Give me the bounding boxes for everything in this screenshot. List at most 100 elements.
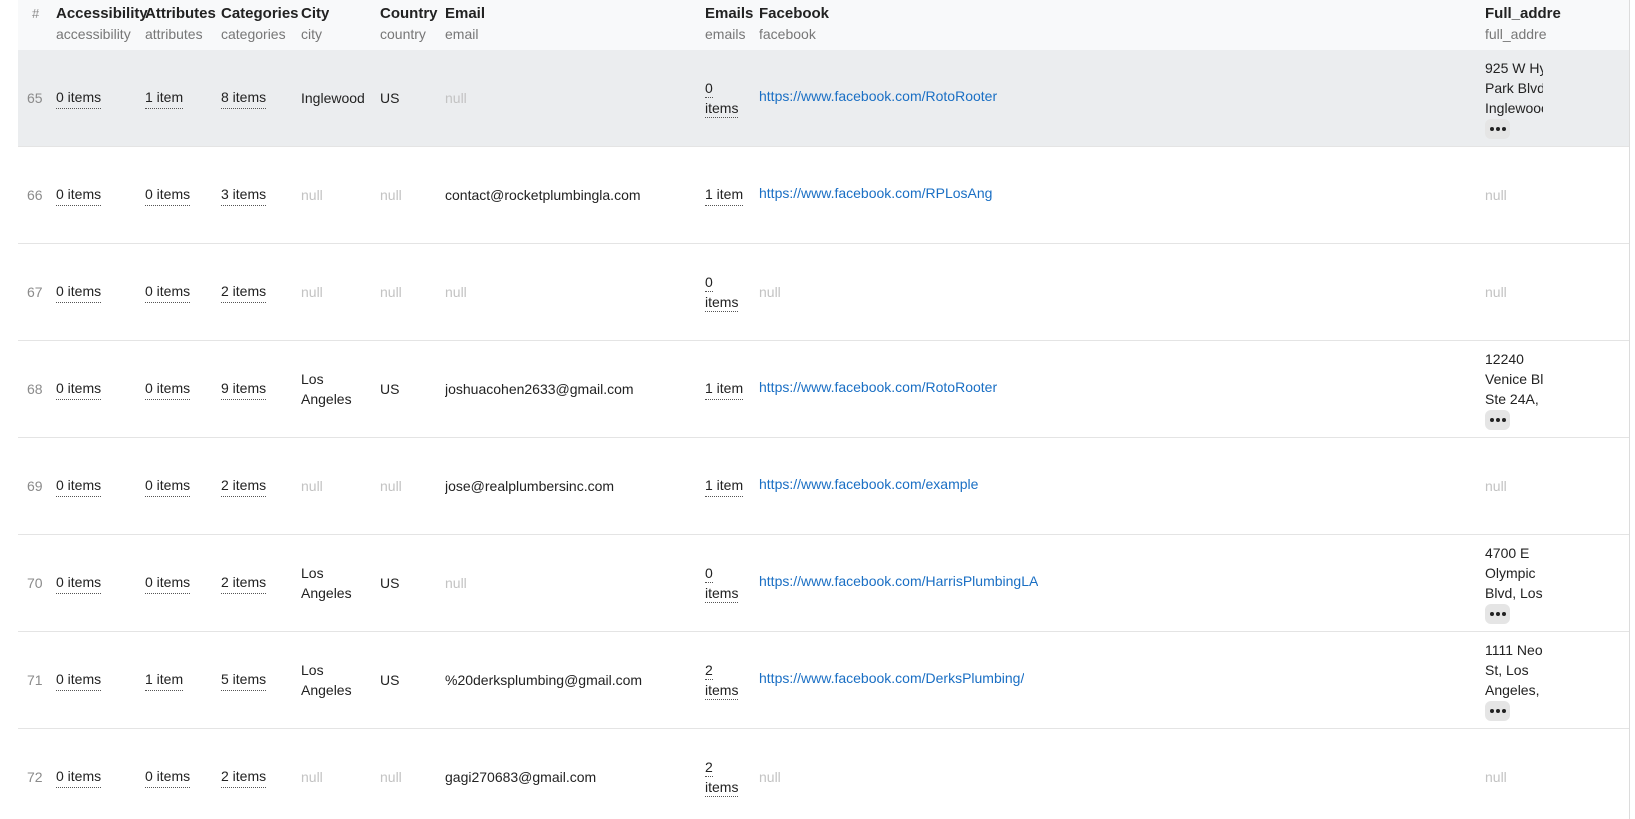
cell-categories[interactable]: 2 items bbox=[221, 729, 267, 819]
column-header-email[interactable]: Email email bbox=[445, 4, 485, 44]
items-count-link[interactable]: 0 items bbox=[56, 766, 102, 788]
items-count-link[interactable]: 0 items bbox=[56, 281, 102, 303]
items-count-link[interactable]: 0 items bbox=[705, 78, 739, 119]
items-count-link[interactable]: 0 items bbox=[705, 563, 739, 604]
column-header-city[interactable]: City city bbox=[301, 4, 329, 44]
column-header-facebook[interactable]: Facebook facebook bbox=[759, 4, 829, 44]
table-row[interactable]: 72 0 items 0 items 2 items null null gagi27068… bbox=[18, 729, 1629, 819]
items-count-link[interactable]: 1 item bbox=[145, 87, 184, 109]
table-row[interactable]: 68 0 items 0 items 9 items Los Angeles US josh… bbox=[18, 341, 1629, 438]
table-row[interactable]: 70 0 items 0 items 2 items Los Angeles US null… bbox=[18, 535, 1629, 632]
column-header-index[interactable]: # bbox=[32, 4, 39, 24]
items-count-link[interactable]: 0 items bbox=[56, 87, 102, 109]
items-count-link[interactable]: 1 item bbox=[705, 475, 744, 497]
cell-emails[interactable]: 1 item bbox=[705, 341, 744, 437]
cell-attributes[interactable]: 0 items bbox=[145, 244, 191, 340]
cell-accessibility[interactable]: 0 items bbox=[56, 244, 102, 340]
ellipsis-dot bbox=[1502, 708, 1506, 713]
table-row[interactable]: 69 0 items 0 items 2 items null null jose@real… bbox=[18, 438, 1629, 535]
cell-index: 70 bbox=[27, 535, 43, 631]
cell-attributes[interactable]: 0 items bbox=[145, 729, 191, 819]
table-row[interactable]: 67 0 items 0 items 2 items null null null 0 item… bbox=[18, 244, 1629, 341]
items-count-link[interactable]: 0 items bbox=[56, 669, 102, 691]
items-count-link[interactable]: 2 items bbox=[705, 757, 739, 798]
table-row[interactable]: 66 0 items 0 items 3 items null null contact@r… bbox=[18, 147, 1629, 244]
items-count-link[interactable]: 2 items bbox=[221, 281, 267, 303]
ellipsis-icon[interactable] bbox=[1485, 409, 1510, 430]
cell-accessibility[interactable]: 0 items bbox=[56, 50, 102, 146]
cell-categories[interactable]: 5 items bbox=[221, 632, 267, 728]
cell-attributes[interactable]: 1 item bbox=[145, 632, 184, 728]
cell-categories[interactable]: 2 items bbox=[221, 438, 267, 534]
column-header-name: Emails bbox=[705, 5, 754, 22]
cell-emails[interactable]: 1 item bbox=[705, 147, 744, 243]
row-number: 67 bbox=[27, 284, 43, 300]
cell-accessibility[interactable]: 0 items bbox=[56, 438, 102, 534]
items-count-link[interactable]: 2 items bbox=[705, 660, 739, 701]
ellipsis-icon[interactable] bbox=[1485, 603, 1510, 624]
cell-categories[interactable]: 3 items bbox=[221, 147, 267, 243]
column-header-categories[interactable]: Categories categories bbox=[221, 4, 299, 44]
null-value: null bbox=[380, 769, 402, 785]
cell-attributes[interactable]: 0 items bbox=[145, 438, 191, 534]
items-count-link[interactable]: 2 items bbox=[221, 766, 267, 788]
items-count-link[interactable]: 0 items bbox=[145, 184, 191, 206]
items-count-link[interactable]: 0 items bbox=[56, 572, 102, 594]
cell-attributes[interactable]: 0 items bbox=[145, 341, 191, 437]
items-count-link[interactable]: 9 items bbox=[221, 378, 267, 400]
cell-accessibility[interactable]: 0 items bbox=[56, 729, 102, 819]
facebook-link[interactable]: https://www.facebook.com/RotoRooter bbox=[759, 377, 997, 397]
cell-emails[interactable]: 0 items bbox=[705, 50, 739, 146]
cell-emails[interactable]: 2 items bbox=[705, 729, 739, 819]
cell-attributes[interactable]: 0 items bbox=[145, 147, 191, 243]
column-header-attributes[interactable]: Attributes attributes bbox=[145, 4, 216, 44]
cell-emails[interactable]: 0 items bbox=[705, 535, 739, 631]
items-count-link[interactable]: 5 items bbox=[221, 669, 267, 691]
items-count-link[interactable]: 8 items bbox=[221, 87, 267, 109]
column-header-key: full_addre bbox=[1485, 26, 1547, 42]
items-count-link[interactable]: 0 items bbox=[56, 184, 102, 206]
items-count-link[interactable]: 0 items bbox=[145, 378, 191, 400]
cell-categories[interactable]: 2 items bbox=[221, 535, 267, 631]
ellipsis-icon[interactable] bbox=[1485, 700, 1510, 721]
facebook-link[interactable]: https://www.facebook.com/DerksPlumbing/ bbox=[759, 668, 1024, 688]
cell-attributes[interactable]: 1 item bbox=[145, 50, 184, 146]
cell-categories[interactable]: 8 items bbox=[221, 50, 267, 146]
cell-accessibility[interactable]: 0 items bbox=[56, 147, 102, 243]
cell-categories[interactable]: 2 items bbox=[221, 244, 267, 340]
table-row[interactable]: 65 0 items 1 item 8 items Inglewood US null 0 it… bbox=[18, 50, 1629, 147]
cell-emails[interactable]: 1 item bbox=[705, 438, 744, 534]
items-count-link[interactable]: 0 items bbox=[705, 272, 739, 313]
facebook-link[interactable]: https://www.facebook.com/HarrisPlumbingL… bbox=[759, 571, 1038, 591]
facebook-link[interactable]: https://www.facebook.com/RotoRooter bbox=[759, 86, 997, 106]
column-header-emails[interactable]: Emails emails bbox=[705, 4, 753, 44]
cell-attributes[interactable]: 0 items bbox=[145, 535, 191, 631]
items-count-link[interactable]: 2 items bbox=[221, 572, 267, 594]
column-header-country[interactable]: Country country bbox=[380, 4, 438, 44]
items-count-link[interactable]: 3 items bbox=[221, 184, 267, 206]
cell-accessibility[interactable]: 0 items bbox=[56, 632, 102, 728]
ellipsis-icon[interactable] bbox=[1485, 118, 1510, 139]
items-count-link[interactable]: 2 items bbox=[221, 475, 267, 497]
cell-emails[interactable]: 2 items bbox=[705, 632, 739, 728]
facebook-link[interactable]: https://www.facebook.com/RPLosAng bbox=[759, 183, 992, 203]
column-header-full-address[interactable]: Full_addre full_addre bbox=[1485, 4, 1561, 44]
items-count-link[interactable]: 0 items bbox=[56, 475, 102, 497]
items-count-link[interactable]: 1 item bbox=[145, 669, 184, 691]
facebook-link[interactable]: https://www.facebook.com/example bbox=[759, 474, 978, 494]
cell-accessibility[interactable]: 0 items bbox=[56, 341, 102, 437]
items-count-link[interactable]: 0 items bbox=[145, 281, 191, 303]
cell-accessibility[interactable]: 0 items bbox=[56, 535, 102, 631]
table-row[interactable]: 71 0 items 1 item 5 items Los Angeles US %20de… bbox=[18, 632, 1629, 729]
items-count-link[interactable]: 0 items bbox=[56, 378, 102, 400]
cell-full-address: 4700 E Olympic Blvd, Los.. bbox=[1485, 535, 1543, 631]
items-count-link[interactable]: 1 item bbox=[705, 184, 744, 206]
items-count-link[interactable]: 0 items bbox=[145, 475, 191, 497]
items-count-link[interactable]: 1 item bbox=[705, 378, 744, 400]
items-count-link[interactable]: 0 items bbox=[145, 572, 191, 594]
cell-emails[interactable]: 0 items bbox=[705, 244, 739, 340]
cell-full-address: null bbox=[1485, 729, 1543, 819]
column-header-accessibility[interactable]: Accessibility accessibility bbox=[56, 4, 148, 44]
items-count-link[interactable]: 0 items bbox=[145, 766, 191, 788]
cell-categories[interactable]: 9 items bbox=[221, 341, 267, 437]
